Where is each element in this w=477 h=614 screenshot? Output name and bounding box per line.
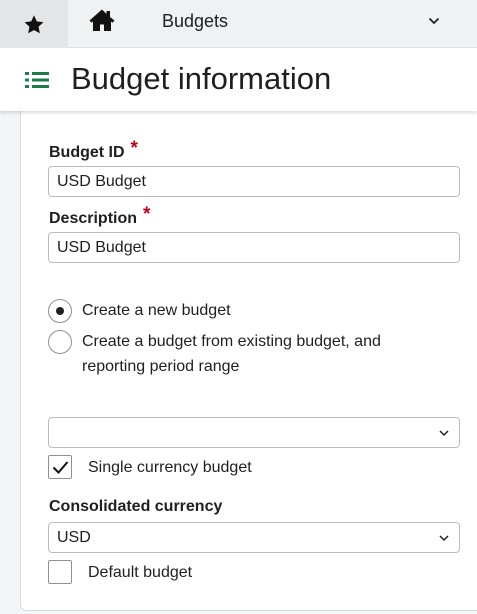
page-title: Budget information [71,61,332,96]
checkmark-icon [52,461,69,474]
budget-id-input[interactable]: USD Budget [48,166,460,197]
chevron-down-icon [439,430,449,437]
budget-id-label: Budget ID * [49,138,138,161]
default-budget-checkbox[interactable] [48,560,72,584]
radio-create-new-budget[interactable] [48,299,72,323]
existing-budget-select[interactable] [48,417,460,448]
consolidated-currency-select[interactable]: USD [48,522,460,553]
required-indicator: * [130,138,138,159]
content-area: Budget ID * USD Budget Description * USD B… [0,111,477,614]
default-budget-label[interactable]: Default budget [88,564,192,582]
radio-create-new-budget-label[interactable]: Create a new budget [82,298,231,323]
list-icon[interactable] [24,70,50,90]
budget-form-card: Budget ID * USD Budget Description * USD B… [20,111,477,611]
star-icon [24,14,44,33]
consolidated-currency-label: Consolidated currency [49,498,223,515]
page-header: Budget information [0,48,477,111]
description-label: Description * [49,204,151,227]
single-currency-label[interactable]: Single currency budget [88,459,252,477]
consolidated-currency-value: USD [57,528,91,546]
nav-module-title[interactable]: Budgets [162,11,228,32]
radio-create-from-existing[interactable] [48,330,72,354]
description-value: USD Budget [57,238,146,256]
favorites-button[interactable] [0,0,68,48]
home-icon[interactable] [88,8,116,32]
chevron-down-icon[interactable] [428,16,440,26]
description-input[interactable]: USD Budget [48,232,460,263]
budget-id-value: USD Budget [57,172,146,190]
radio-selected-dot [56,307,64,315]
radio-create-from-existing-label[interactable]: Create a budget from existing budget, an… [82,329,381,379]
required-indicator: * [143,204,151,225]
chevron-down-icon [439,535,449,542]
single-currency-checkbox[interactable] [48,455,72,479]
top-nav-bar: Budgets [0,0,477,48]
